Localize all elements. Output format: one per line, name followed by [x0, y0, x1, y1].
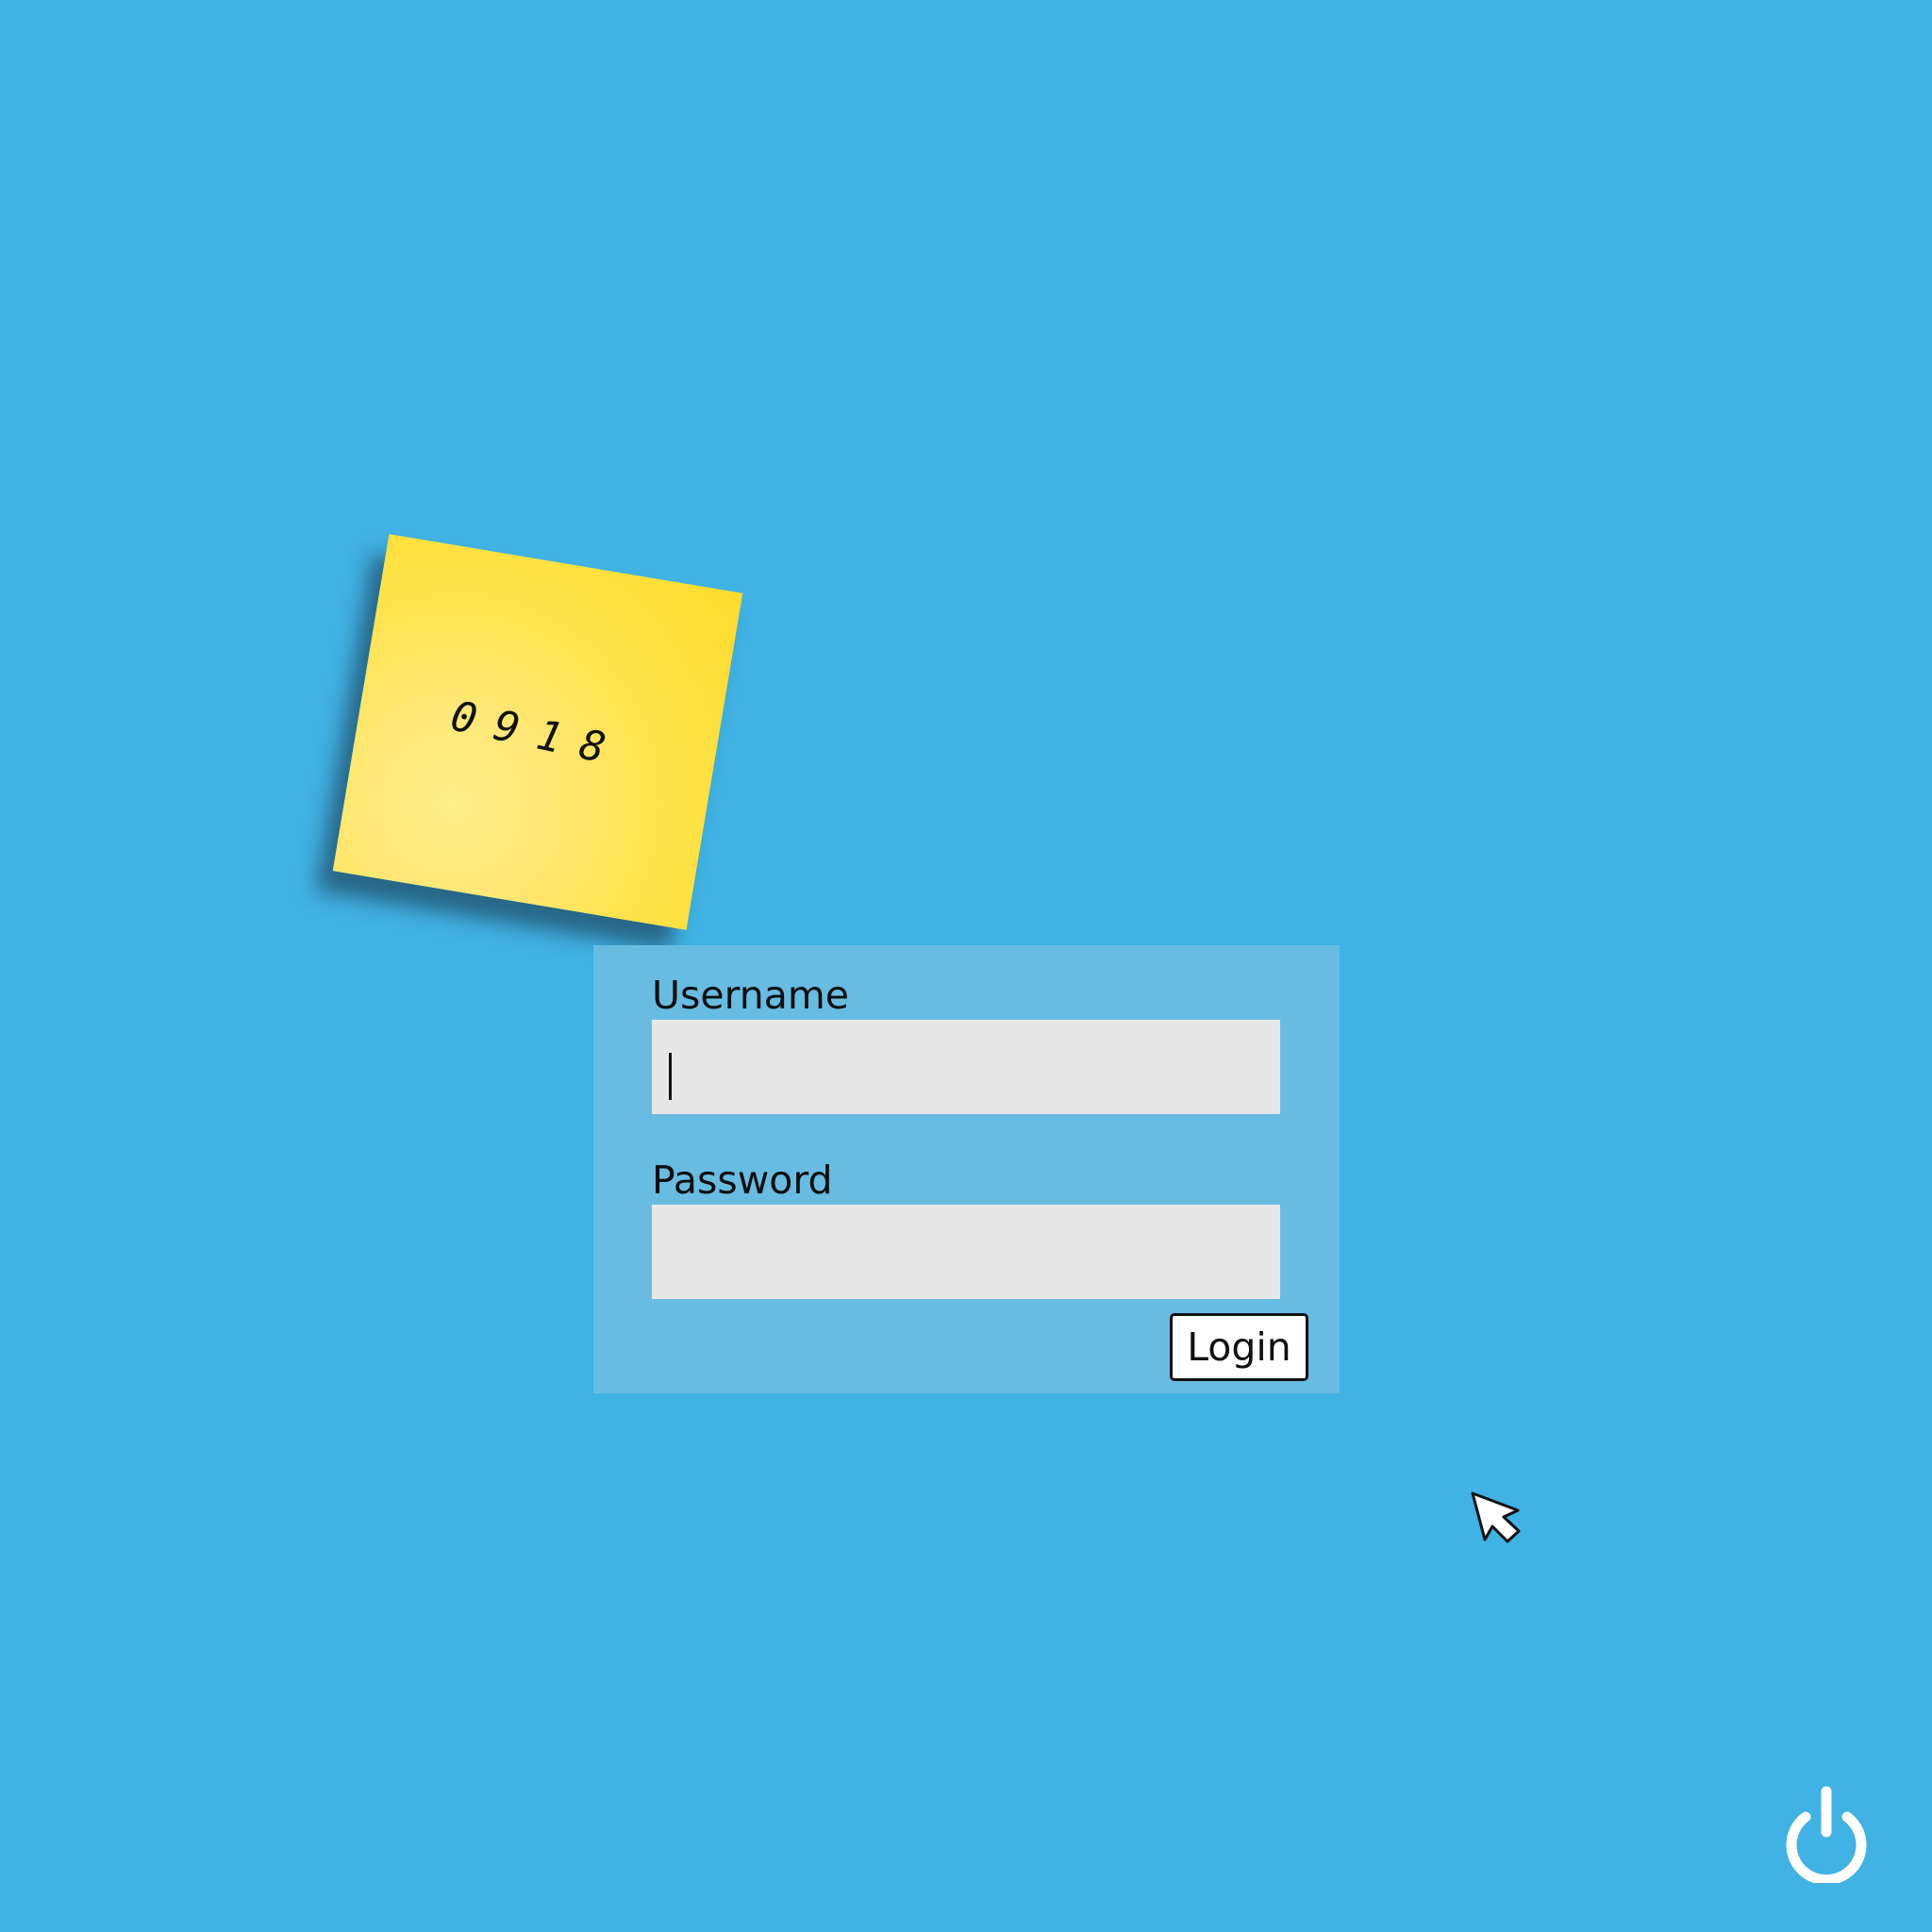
login-button[interactable]: Login — [1170, 1313, 1308, 1381]
password-label: Password — [652, 1158, 833, 1203]
username-label: Username — [652, 973, 850, 1018]
mouse-pointer-icon — [1471, 1491, 1521, 1543]
sticky-note: 0918 — [332, 534, 743, 930]
text-caret — [669, 1053, 672, 1100]
password-input[interactable] — [652, 1205, 1280, 1299]
username-input[interactable] — [652, 1020, 1280, 1114]
login-panel: Username Password Login — [593, 945, 1340, 1393]
power-icon[interactable] — [1781, 1785, 1872, 1883]
sticky-note-text: 0918 — [446, 691, 628, 777]
